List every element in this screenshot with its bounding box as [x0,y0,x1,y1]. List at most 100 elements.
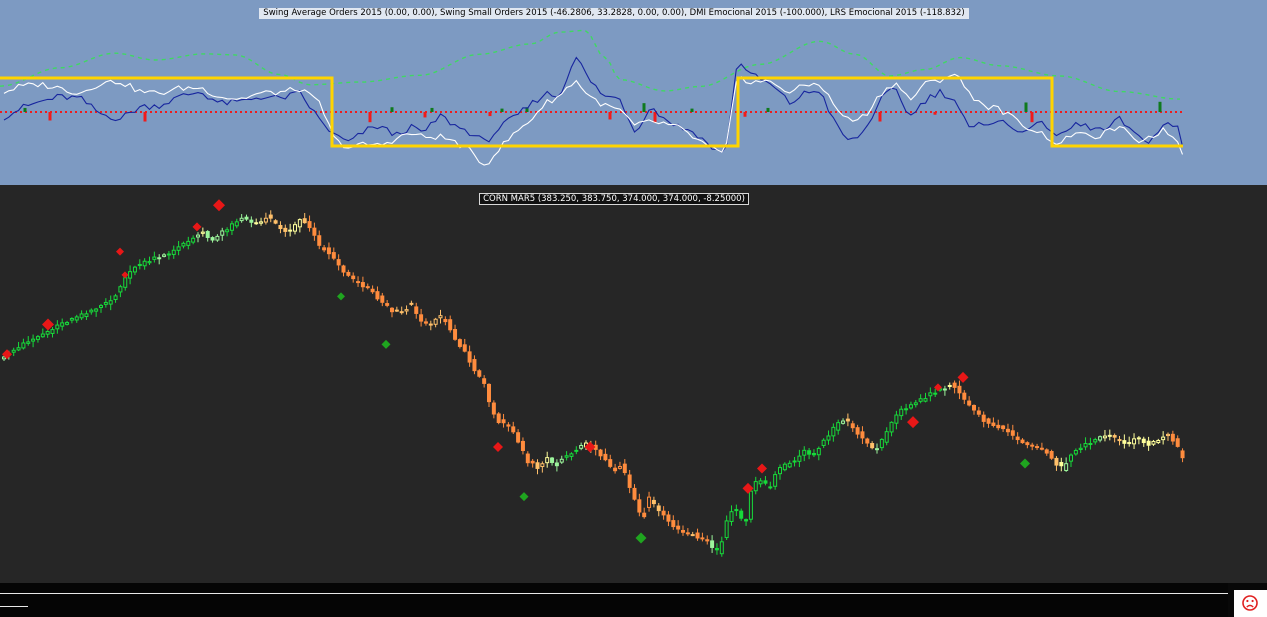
candle [303,213,306,224]
candle [997,420,1000,431]
candle [953,381,956,394]
candle [1103,430,1106,441]
candle [434,318,437,327]
swing-blue-line [4,58,1183,153]
candle [1157,439,1160,444]
order-bar-down [424,112,427,117]
candle [405,305,408,314]
candle [22,339,25,350]
candle [182,242,185,249]
sell-marker-diamond[interactable] [493,442,503,452]
sell-marker-diamond[interactable] [116,248,124,256]
candle [1006,424,1009,436]
candle [934,389,937,397]
disconnected-face-icon[interactable] [1234,590,1267,617]
axis-corner [1228,583,1267,617]
candle [774,471,777,489]
candle [478,369,481,378]
sell-marker-diamond[interactable] [907,416,919,428]
candle [929,387,932,401]
candle [715,543,718,554]
candle [575,446,578,454]
candle [657,503,660,516]
price-panel[interactable]: CORN MAR5 (383.250, 383.750, 374.000, 37… [0,185,1228,583]
candle [187,237,190,250]
indicator-y-axis[interactable] [1228,0,1267,185]
time-axis[interactable] [0,583,1228,617]
candle [546,452,549,468]
candle [614,464,617,474]
candle [352,272,355,282]
sell-marker-diamond[interactable] [757,463,767,473]
candle [420,309,423,327]
candle [711,535,714,553]
candle [837,420,840,435]
candle [948,383,951,390]
candle [172,246,175,259]
candle [463,339,466,352]
indicator-panel[interactable]: Swing Average Orders 2015 (0.00, 0.00), … [0,0,1228,185]
candle [686,528,689,536]
candle [473,355,476,374]
candle [483,375,486,387]
buy-marker-diamond[interactable] [337,292,345,300]
sell-marker-diamond[interactable] [122,271,129,278]
candle [1016,432,1019,444]
order-bar-up [501,109,504,112]
candle [100,304,103,313]
order-bar-up [643,103,646,112]
candle [158,254,161,264]
candle [968,396,971,406]
candle [987,418,990,428]
candle [109,296,112,311]
candle [124,276,127,290]
candle [517,429,520,443]
candle [1002,425,1005,432]
candle [701,533,704,542]
candle [745,518,748,525]
candle [119,285,122,297]
candle [817,446,820,460]
candle [279,221,282,233]
candle [652,497,655,508]
candle [274,219,277,224]
candle [1108,430,1111,441]
candle [61,319,64,331]
candle [1026,441,1029,448]
candle [51,327,54,337]
candle [429,321,432,331]
candle [138,259,141,269]
price-plot[interactable] [0,185,1228,583]
candle [1167,433,1170,441]
candle [895,411,898,429]
candle [521,437,524,454]
candle [536,459,539,474]
candle [488,383,491,407]
candle [628,470,631,493]
candle [439,310,442,324]
candle [1094,438,1097,445]
buy-marker-diamond[interactable] [1020,458,1030,468]
order-bar-down [654,112,657,123]
candle [454,325,457,341]
candle [245,215,248,221]
price-y-axis[interactable] [1228,185,1267,583]
candle [832,423,835,441]
candle [1152,440,1155,446]
data-status-box[interactable] [1234,590,1267,617]
candle [70,317,73,323]
buy-marker-diamond[interactable] [382,340,391,349]
candle [623,459,626,475]
candle [391,307,394,317]
candle [779,465,782,480]
candle [866,438,869,447]
candle [114,294,117,303]
sell-marker-diamond[interactable] [193,222,202,231]
buy-marker-diamond[interactable] [636,532,647,543]
indicator-plot[interactable] [0,0,1228,185]
candle [1176,435,1179,447]
candle [1021,438,1024,444]
candle [1099,435,1102,442]
buy-marker-diamond[interactable] [520,492,529,501]
candle [75,315,78,323]
